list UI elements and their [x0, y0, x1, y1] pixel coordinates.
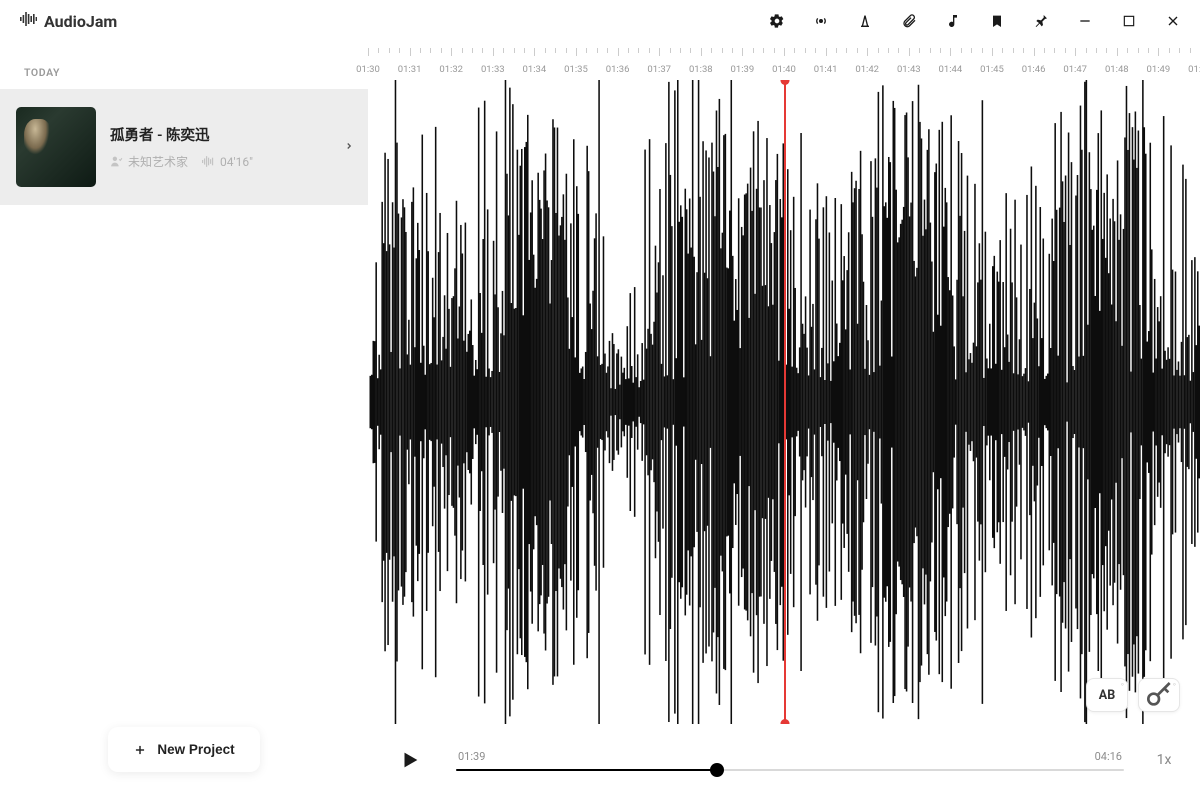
- pin-icon[interactable]: [1032, 12, 1050, 30]
- ruler-tick-label: 01:42: [855, 64, 879, 75]
- bookmark-icon[interactable]: [988, 12, 1006, 30]
- maximize-icon[interactable]: [1120, 12, 1138, 30]
- track-artist: 未知艺术家: [110, 153, 188, 170]
- key-icon: [1139, 679, 1179, 711]
- ruler-tick-label: 01:35: [564, 64, 588, 75]
- play-button[interactable]: [392, 742, 428, 778]
- track-cover-image: [16, 107, 96, 187]
- editor: 01:3001:3101:3201:3301:3401:3501:3601:37…: [368, 42, 1200, 800]
- broadcast-icon[interactable]: [812, 12, 830, 30]
- track-duration: 04'16": [202, 155, 253, 169]
- new-project-button[interactable]: New Project: [108, 727, 259, 772]
- ruler-tick-label: 01:45: [980, 64, 1004, 75]
- attachment-icon[interactable]: [900, 12, 918, 30]
- ruler-tick-label: 01:37: [647, 64, 671, 75]
- app-logo: AudioJam: [20, 11, 117, 31]
- chevron-right-icon: [344, 138, 354, 157]
- settings-icon[interactable]: [768, 12, 786, 30]
- ruler-tick-label: 01:40: [772, 64, 796, 75]
- ruler-tick-label: 01:43: [897, 64, 921, 75]
- minimize-icon[interactable]: [1076, 12, 1094, 30]
- music-note-icon[interactable]: [944, 12, 962, 30]
- playback-speed[interactable]: 1x: [1152, 752, 1176, 768]
- metronome-icon[interactable]: [856, 12, 874, 30]
- ruler-tick-label: 01:44: [939, 64, 963, 75]
- ruler-tick-label: 01:48: [1105, 64, 1129, 75]
- ruler-tick-label: 01:46: [1022, 64, 1046, 75]
- progress-thumb[interactable]: [710, 763, 724, 777]
- ruler-tick-label: 01:31: [398, 64, 422, 75]
- waveform-small-icon: [202, 155, 215, 168]
- app-name: AudioJam: [44, 12, 117, 31]
- track-title: 孤勇者 - 陈奕迅: [110, 124, 330, 145]
- timeline-ruler[interactable]: 01:3001:3101:3201:3301:3401:3501:3601:37…: [368, 42, 1200, 80]
- ruler-tick-label: 01:49: [1147, 64, 1171, 75]
- waveform-display[interactable]: AB: [368, 80, 1200, 724]
- total-time: 04:16: [1095, 750, 1122, 763]
- sidebar: TODAY 孤勇者 - 陈奕迅 未知艺术家 04'16": [0, 42, 368, 800]
- ruler-tick-label: 01:36: [606, 64, 630, 75]
- new-project-label: New Project: [157, 742, 234, 757]
- current-time: 01:39: [458, 750, 485, 763]
- playhead[interactable]: [784, 80, 786, 724]
- ruler-tick-label: 01:47: [1063, 64, 1087, 75]
- ruler-tick-label: 01:30: [356, 64, 380, 75]
- ab-loop-button[interactable]: AB: [1086, 678, 1128, 712]
- ruler-tick-label: 01:33: [481, 64, 505, 75]
- close-icon[interactable]: [1164, 12, 1182, 30]
- key-button[interactable]: [1138, 678, 1180, 712]
- plus-icon: [133, 743, 147, 757]
- ruler-tick-label: 01:41: [814, 64, 838, 75]
- ruler-tick-label: 01:32: [439, 64, 463, 75]
- ruler-tick-label: 01:39: [731, 64, 755, 75]
- play-icon: [399, 749, 421, 771]
- logo-bars-icon: [20, 11, 37, 31]
- transport-bar: 01:39 04:16 1x: [368, 724, 1200, 800]
- track-card[interactable]: 孤勇者 - 陈奕迅 未知艺术家 04'16": [0, 89, 368, 205]
- ruler-tick-label: 01:50: [1188, 64, 1200, 75]
- person-icon: [110, 155, 123, 168]
- progress-slider[interactable]: [456, 769, 1124, 771]
- ruler-tick-label: 01:34: [523, 64, 547, 75]
- sidebar-section-label: TODAY: [0, 42, 368, 89]
- ruler-tick-label: 01:38: [689, 64, 713, 75]
